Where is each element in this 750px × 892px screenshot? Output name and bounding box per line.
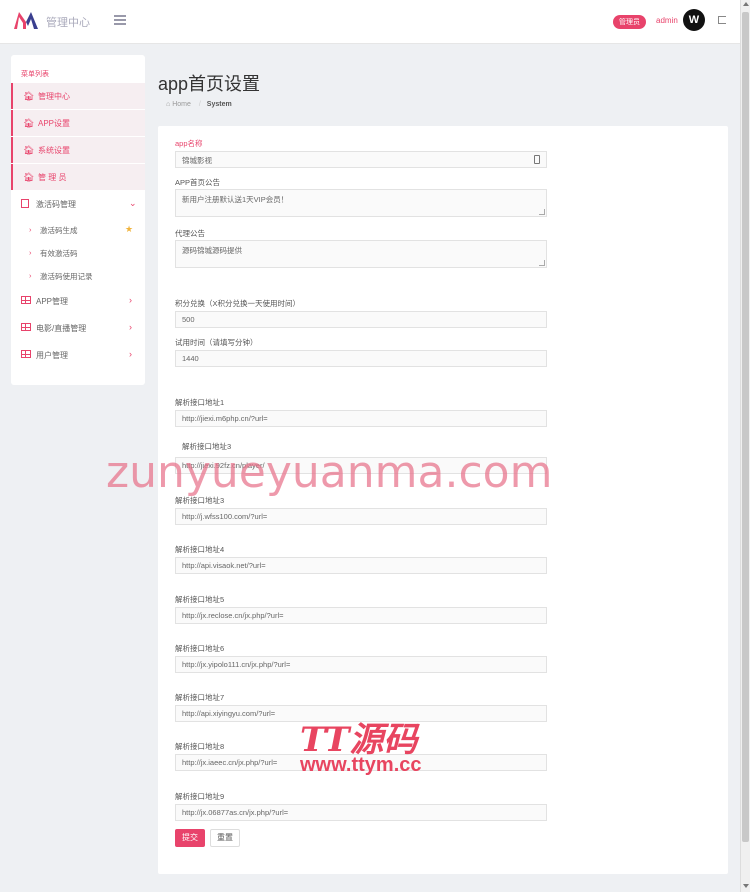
api-input-1[interactable]: http://jiexi.m6php.cn/?url= <box>175 410 547 427</box>
breadcrumb-current: System <box>206 101 232 108</box>
sidebar-item-label: APP管理 <box>36 297 69 306</box>
notice-textarea[interactable]: 新用户注册默认送1天VIP会员！ <box>175 189 547 217</box>
points-value: 500 <box>182 315 195 324</box>
chevron-right-icon: › <box>29 271 32 280</box>
logo-icon <box>14 12 38 29</box>
sidebar-item-label: APP设置 <box>38 119 71 128</box>
scroll-down-icon[interactable] <box>743 884 749 888</box>
sidebar-title: 菜单列表 <box>21 71 49 78</box>
reset-button[interactable]: 重置 <box>210 829 240 847</box>
trial-input[interactable]: 1440 <box>175 350 547 367</box>
api-label-4: 解析接口地址4 <box>175 545 225 554</box>
sidebar: 菜单列表 🏠︎ 管理中心 🏠︎ APP设置 🏠︎ 系统设置 🏠︎ 管 理 员 激… <box>11 55 145 385</box>
sidebar-item-label: 激活码使用记录 <box>40 272 93 281</box>
sidebar-item-activation-codes[interactable]: 激活码管理 ⌄ <box>11 191 145 217</box>
api-input-3[interactable]: http://j.wfss100.com/?url= <box>175 508 547 525</box>
chevron-right-icon: › <box>129 322 132 332</box>
sidebar-item-app-management[interactable]: APP管理 › <box>11 288 145 314</box>
api-value-1: http://jiexi.m6php.cn/?url= <box>182 414 268 423</box>
sidebar-item-app-settings[interactable]: 🏠︎ APP设置 <box>11 110 145 136</box>
brand-title: 管理中心 <box>46 17 90 29</box>
grid-icon <box>21 296 31 306</box>
scrollbar-thumb[interactable] <box>742 12 749 842</box>
agent-notice-label: 代理公告 <box>175 229 205 238</box>
api-input-4[interactable]: http://api.visaok.net/?url= <box>175 557 547 574</box>
api-label-6: 解析接口地址6 <box>175 644 225 653</box>
points-input[interactable]: 500 <box>175 311 547 328</box>
api-input-6[interactable]: http://jx.yipolo111.cn/jx.php/?url= <box>175 656 547 673</box>
api-label-1: 解析接口地址1 <box>175 398 225 407</box>
sidebar-subitem-generate-code[interactable]: › 激活码生成 ★ <box>11 219 145 241</box>
sidebar-item-users[interactable]: 用户管理 › <box>11 342 145 368</box>
grid-icon <box>21 323 31 333</box>
api-value-5: http://jx.reclose.cn/jx.php/?url= <box>182 611 284 620</box>
sidebar-item-label: 有效激活码 <box>40 249 78 258</box>
app-name-label: app名称 <box>175 139 203 148</box>
grid-icon <box>21 350 31 360</box>
api-value-6: http://jx.yipolo111.cn/jx.php/?url= <box>182 660 291 669</box>
role-badge: 管理员 <box>613 15 646 29</box>
sidebar-item-admins[interactable]: 🏠︎ 管 理 员 <box>11 164 145 190</box>
page-scrollbar[interactable] <box>740 0 750 892</box>
home-icon: 🏠︎ <box>23 145 35 155</box>
sidebar-item-label: 系统设置 <box>38 146 70 155</box>
sidebar-item-label: 激活码管理 <box>36 200 76 209</box>
username-link[interactable]: admin <box>656 16 678 25</box>
scroll-up-icon[interactable] <box>743 2 749 6</box>
sidebar-item-label: 电影/直播管理 <box>36 324 87 333</box>
trial-label: 试用时间（请填写分钟） <box>175 338 258 347</box>
notice-value: 新用户注册默认送1天VIP会员！ <box>182 195 289 204</box>
breadcrumb: ⌂ Home / System <box>166 101 232 108</box>
api-value-3: http://j.wfss100.com/?url= <box>182 512 268 521</box>
sidebar-subitem-code-usage[interactable]: › 激活码使用记录 <box>11 265 145 287</box>
page-title: app首页设置 <box>158 74 261 94</box>
sidebar-item-label: 管理中心 <box>38 92 70 101</box>
chevron-right-icon: › <box>129 349 132 359</box>
chevron-right-icon: › <box>29 248 32 257</box>
app-name-value: 锦城影视 <box>182 156 212 165</box>
star-icon: ★ <box>125 224 134 234</box>
top-bar: 管理中心 管理员 admin W <box>0 0 740 44</box>
api-value-4: http://api.visaok.net/?url= <box>182 561 266 570</box>
watermark-url: www.ttym.cc <box>300 754 422 776</box>
document-icon <box>21 199 29 210</box>
app-name-input[interactable]: 锦城影视 <box>175 151 547 168</box>
sidebar-item-label: 管 理 员 <box>38 173 67 182</box>
api-label-8: 解析接口地址8 <box>175 742 225 751</box>
avatar[interactable]: W <box>683 9 705 31</box>
api-input-9[interactable]: http://jx.06877as.cn/jx.php/?url= <box>175 804 547 821</box>
api-value-7: http://api.xiyingyu.com/?url= <box>182 709 276 718</box>
api-input-5[interactable]: http://jx.reclose.cn/jx.php/?url= <box>175 607 547 624</box>
sidebar-item-label: 用户管理 <box>36 351 68 360</box>
menu-toggle-icon[interactable] <box>114 15 126 25</box>
home-icon: 🏠︎ <box>23 172 35 182</box>
logout-icon[interactable] <box>718 16 726 24</box>
watermark-site: zunyueyuanma.com <box>106 447 553 498</box>
sidebar-item-dashboard[interactable]: 🏠︎ 管理中心 <box>11 83 145 109</box>
agent-notice-textarea[interactable]: 源码锦城源码提供 <box>175 240 547 268</box>
breadcrumb-home[interactable]: Home <box>172 101 191 108</box>
chevron-down-icon: ⌄ <box>129 198 137 208</box>
home-icon: 🏠︎ <box>23 91 35 101</box>
chevron-right-icon: › <box>29 225 32 234</box>
sidebar-subitem-valid-codes[interactable]: › 有效激活码 <box>11 242 145 264</box>
api-value-9: http://jx.06877as.cn/jx.php/?url= <box>182 808 289 817</box>
submit-button[interactable]: 提交 <box>175 829 205 847</box>
sidebar-item-movie-live[interactable]: 电影/直播管理 › <box>11 315 145 341</box>
points-label: 积分兑换（X积分兑换一天使用时间） <box>175 299 301 308</box>
api-value-8: http://jx.iaeec.cn/jx.php/?url= <box>182 758 278 767</box>
sidebar-item-label: 激活码生成 <box>40 226 78 235</box>
home-icon: 🏠︎ <box>23 118 35 128</box>
sidebar-item-system-settings[interactable]: 🏠︎ 系统设置 <box>11 137 145 163</box>
trial-value: 1440 <box>182 354 199 363</box>
contact-card-icon <box>534 155 540 164</box>
chevron-right-icon: › <box>129 295 132 305</box>
api-label-9: 解析接口地址9 <box>175 792 225 801</box>
agent-notice-value: 源码锦城源码提供 <box>182 246 242 255</box>
notice-label: APP首页公告 <box>175 178 221 187</box>
api-label-5: 解析接口地址5 <box>175 595 225 604</box>
api-label-7: 解析接口地址7 <box>175 693 225 702</box>
